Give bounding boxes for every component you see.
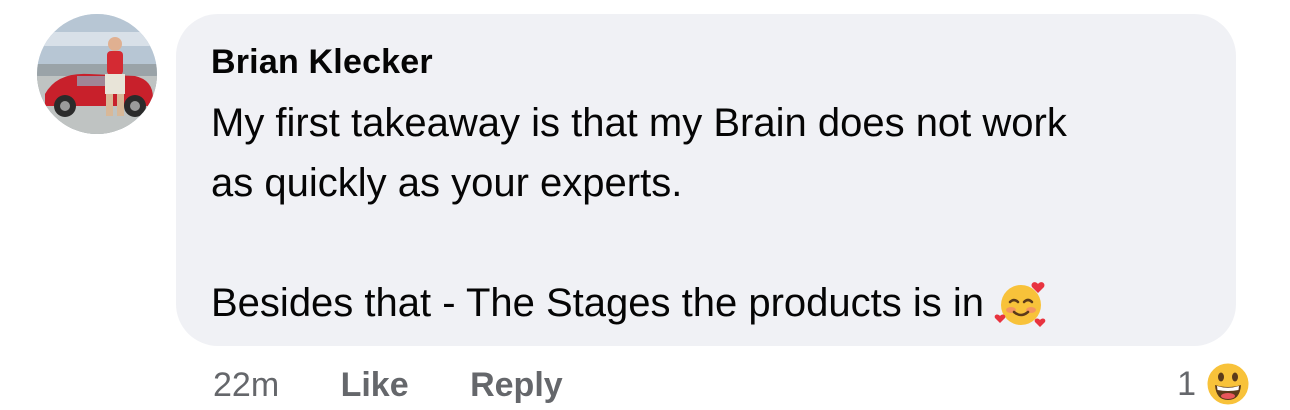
comment-bubble: Brian Klecker My first takeaway is that …: [176, 14, 1236, 346]
reaction-count: 1: [1177, 365, 1196, 403]
comment-blank-line: [211, 213, 1206, 273]
like-button[interactable]: Like: [341, 362, 409, 408]
avatar-photo: [37, 14, 157, 134]
comment-line-1: My first takeaway is that my Brain does …: [211, 101, 1067, 145]
reply-button[interactable]: Reply: [470, 362, 563, 408]
comment-body: My first takeaway is that my Brain does …: [211, 93, 1206, 333]
comment-line-2: as quickly as your experts.: [211, 161, 683, 205]
comment-actions: 22m Like Reply: [213, 362, 563, 408]
comment-line-3: Besides that - The Stages the products i…: [211, 281, 985, 325]
smiling-face-with-hearts-icon: [994, 276, 1048, 330]
comment-author[interactable]: Brian Klecker: [211, 41, 1206, 83]
grinning-face-icon: [1204, 360, 1252, 408]
avatar[interactable]: [37, 14, 157, 134]
reaction-summary[interactable]: 1: [1177, 358, 1252, 410]
comment-line-3-wrap: Besides that - The Stages the products i…: [211, 273, 1206, 333]
comment-timestamp[interactable]: 22m: [213, 362, 279, 408]
